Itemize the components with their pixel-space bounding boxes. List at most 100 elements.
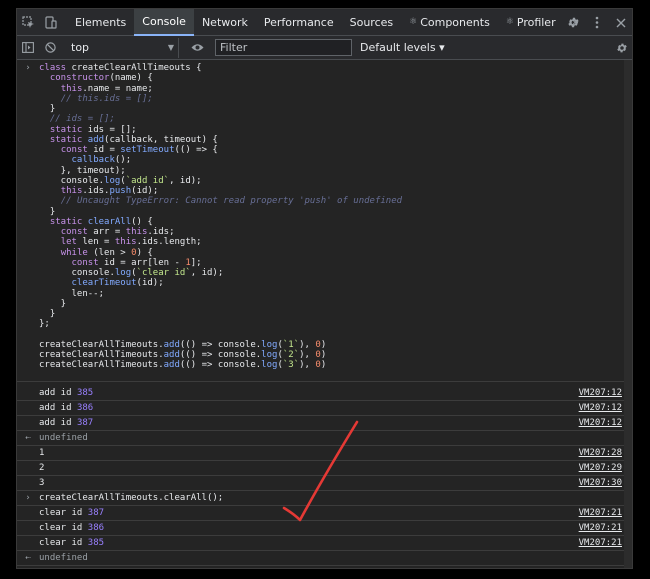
code-line: // ids = []; <box>49 114 115 125</box>
code-line: } <box>39 309 56 319</box>
tab-label: Network <box>201 15 248 29</box>
timeout-id-number: 386 <box>76 403 94 413</box>
log-text: clear id <box>39 508 88 518</box>
console-scrollbar[interactable] <box>624 60 632 568</box>
console-input-echo: › class createClearAllTimeouts { constru… <box>17 60 632 382</box>
filter-input[interactable] <box>215 39 352 56</box>
code-line: let len = this.ids.length; <box>60 237 202 248</box>
live-expression-eye-icon[interactable] <box>185 37 209 59</box>
code-line: static add(callback, timeout) { <box>49 134 218 145</box>
console-toolbar: top ▼ Default levels ▾ <box>17 36 632 60</box>
source-link[interactable]: VM207:12 <box>579 388 622 398</box>
code-line: static clearAll() { <box>49 216 153 227</box>
log-message: undefined <box>39 553 632 563</box>
code-line: const id = arr[len - 1]; <box>71 257 202 268</box>
code-line: while (len > 0) { <box>60 247 153 258</box>
console-result-row: ⇠ undefined <box>17 551 632 566</box>
devtools-tab-bar: Elements Console Network Performance Sources… <box>17 9 632 36</box>
console-log-row: clear id 386 VM207:21 <box>17 521 632 536</box>
input-prompt-chevron-icon: › <box>25 63 31 73</box>
timeout-id-number: 385 <box>76 388 94 398</box>
code-line: } <box>39 104 56 114</box>
clear-console-icon[interactable] <box>39 37 61 59</box>
code-line: } <box>39 206 56 217</box>
tab-label: Components <box>420 15 490 29</box>
inspect-element-icon[interactable] <box>17 11 39 33</box>
kebab-menu-icon[interactable] <box>586 12 608 34</box>
input-prompt-chevron-icon: › <box>25 493 31 503</box>
tab-console[interactable]: Console <box>134 9 194 36</box>
tab-performance[interactable]: Performance <box>256 9 342 36</box>
tab-profiler[interactable]: ⚛ Profiler <box>498 9 564 36</box>
code-line: createClearAllTimeouts.add(() => console… <box>39 360 327 371</box>
device-toolbar-icon[interactable] <box>39 11 61 33</box>
timeout-id-number: 387 <box>87 508 105 518</box>
log-text: undefined <box>39 553 88 563</box>
tab-label: Console <box>142 14 186 28</box>
console-log-row: add id 385 VM207:12 <box>17 386 632 401</box>
timeout-id-number: 386 <box>87 523 105 533</box>
console-settings-gear-icon[interactable] <box>612 37 632 59</box>
sidebar-toggle-icon[interactable] <box>17 37 39 59</box>
tab-label: Elements <box>75 15 127 29</box>
code-line: clearTimeout(id); <box>71 278 164 289</box>
return-arrow-icon: ⇠ <box>25 553 31 563</box>
tab-sources[interactable]: Sources <box>342 9 402 36</box>
code-line: constructor(name) { <box>49 73 153 84</box>
log-text: add id <box>39 418 77 428</box>
log-message: clear id 386 <box>39 523 579 533</box>
tab-label: Performance <box>263 15 334 29</box>
log-text: 3 <box>39 478 45 488</box>
code-line: this.name = name; <box>60 83 153 94</box>
source-link[interactable]: VM207:29 <box>579 463 622 473</box>
react-logo-icon: ⚛ <box>505 17 514 27</box>
source-link[interactable]: VM207:12 <box>579 418 622 428</box>
source-link[interactable]: VM207:30 <box>579 478 622 488</box>
close-icon[interactable] <box>610 12 632 34</box>
console-log-row: clear id 385 VM207:21 <box>17 536 632 551</box>
console-log-row: add id 386 VM207:12 <box>17 401 632 416</box>
tab-label: Profiler <box>516 15 556 29</box>
tab-elements[interactable]: Elements <box>67 9 134 36</box>
code-line: createClearAllTimeouts.add(() => console… <box>39 339 327 350</box>
source-link[interactable]: VM207:21 <box>579 508 622 518</box>
tab-label: Sources <box>349 15 394 29</box>
log-text: add id <box>39 388 77 398</box>
code-line: this.ids.push(id); <box>60 186 159 196</box>
code-line: }, timeout); <box>39 165 126 176</box>
source-link[interactable]: VM207:21 <box>579 538 622 548</box>
code-line: class createClearAllTimeouts { <box>39 63 202 73</box>
return-arrow-icon: ⇠ <box>25 433 31 443</box>
tab-components[interactable]: ⚛ Components <box>401 9 498 36</box>
settings-gear-icon[interactable] <box>562 12 584 34</box>
code-line: callback(); <box>71 155 132 166</box>
context-selector[interactable]: top ▼ <box>67 37 179 58</box>
code-line: const arr = this.ids; <box>60 227 175 237</box>
source-link[interactable]: VM207:21 <box>579 523 622 533</box>
log-text: add id <box>39 403 77 413</box>
code-line: createClearAllTimeouts.add(() => console… <box>39 350 327 360</box>
log-text: clear id <box>39 538 88 548</box>
log-levels-dropdown[interactable]: Default levels ▾ <box>360 41 445 54</box>
code-line: static ids = []; <box>49 124 137 135</box>
code-line: console.log(`clear id`, id); <box>39 268 224 278</box>
code-line: console.log(`add id`, id); <box>39 175 202 186</box>
log-text: clear id <box>39 523 88 533</box>
code-line: }; <box>39 319 50 330</box>
log-text: 1 <box>39 448 45 458</box>
source-link[interactable]: VM207:12 <box>579 403 622 413</box>
log-text: createClearAllTimeouts.clearAll(); <box>39 493 224 503</box>
code-line: // Uncaught TypeError: Cannot read prope… <box>60 196 403 207</box>
code-line: const id = setTimeout(() => { <box>60 145 218 155</box>
dropdown-arrow-icon: ▼ <box>167 43 174 52</box>
log-text: undefined <box>39 433 88 443</box>
react-logo-icon: ⚛ <box>409 17 418 27</box>
log-text: 2 <box>39 463 45 473</box>
source-link[interactable]: VM207:28 <box>579 448 622 458</box>
timeout-id-number: 385 <box>87 538 105 548</box>
red-checkmark-annotation-icon <box>282 420 359 522</box>
code-line: len--; <box>39 288 105 299</box>
tab-network[interactable]: Network <box>194 9 256 36</box>
context-value: top <box>71 41 90 54</box>
